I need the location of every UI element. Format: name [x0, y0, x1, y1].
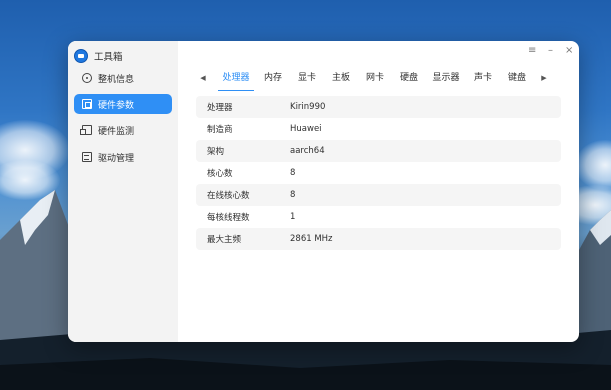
row-value: 8: [290, 190, 296, 200]
row-key: 核心数: [207, 169, 233, 179]
close-button[interactable]: ×: [565, 46, 573, 56]
row-value: 2861 MHz: [290, 234, 333, 244]
tab-disk[interactable]: 硬盘: [394, 67, 424, 89]
tab-cpu[interactable]: 处理器: [216, 67, 256, 91]
row-value: Kirin990: [290, 102, 326, 112]
tab-prev-arrow-icon[interactable]: ◀: [194, 74, 212, 82]
sidebar-item-label: 驱动管理: [98, 153, 135, 164]
row-value: aarch64: [290, 146, 325, 156]
row-key: 每核线程数: [207, 213, 250, 223]
row-key: 最大主频: [207, 235, 242, 245]
row-key: 架构: [207, 147, 225, 157]
wallpaper-cloud: [575, 140, 611, 190]
app-title-bar: 工具箱: [74, 46, 123, 66]
tab-next-arrow-icon[interactable]: ▶: [532, 74, 556, 82]
sidebar-item-machine-info[interactable]: 整机信息: [74, 68, 172, 88]
monitor-icon: [80, 125, 92, 135]
sidebar-item-label: 整机信息: [98, 74, 135, 85]
row-key: 在线核心数: [207, 191, 250, 201]
sidebar-item-hardware-monitor[interactable]: 硬件监测: [74, 120, 172, 140]
sidebar-item-label: 硬件监测: [98, 126, 135, 137]
tab-motherboard[interactable]: 主板: [326, 67, 356, 89]
minimize-button[interactable]: –: [548, 46, 553, 56]
toolbox-window: 工具箱 整机信息 硬件参数 硬件监测 驱动管理 ≡ – × ◀ 处理器 内存 显…: [68, 41, 579, 342]
driver-icon: [82, 152, 92, 162]
row-value: 8: [290, 168, 296, 178]
sidebar-item-hardware-params[interactable]: 硬件参数: [74, 94, 172, 114]
sidebar-item-driver-manager[interactable]: 驱动管理: [74, 147, 172, 167]
tab-network[interactable]: 网卡: [360, 67, 390, 89]
table-row: 每核线程数 1: [196, 206, 561, 228]
toolbox-icon: [74, 49, 88, 63]
table-row: 制造商 Huawei: [196, 118, 561, 140]
info-icon: [82, 73, 92, 83]
app-title: 工具箱: [94, 52, 123, 63]
tab-sound[interactable]: 声卡: [468, 67, 498, 89]
tab-gpu[interactable]: 显卡: [292, 67, 322, 89]
table-row: 处理器 Kirin990: [196, 96, 561, 118]
tab-memory[interactable]: 内存: [258, 67, 288, 89]
chip-icon: [82, 99, 92, 109]
row-value: Huawei: [290, 124, 322, 134]
table-row: 在线核心数 8: [196, 184, 561, 206]
table-row: 架构 aarch64: [196, 140, 561, 162]
cpu-info-table: 处理器 Kirin990 制造商 Huawei 架构 aarch64 核心数 8…: [196, 96, 561, 250]
table-row: 核心数 8: [196, 162, 561, 184]
row-value: 1: [290, 212, 296, 222]
hardware-tab-bar: ◀ 处理器 内存 显卡 主板 网卡 硬盘 显示器 声卡 键盘 ▶: [194, 67, 564, 91]
tab-keyboard[interactable]: 键盘: [502, 67, 532, 89]
menu-button[interactable]: ≡: [528, 46, 536, 56]
tab-display[interactable]: 显示器: [428, 67, 464, 89]
main-content: ≡ – × ◀ 处理器 内存 显卡 主板 网卡 硬盘 显示器 声卡 键盘 ▶ 处…: [178, 41, 579, 342]
sidebar: 工具箱 整机信息 硬件参数 硬件监测 驱动管理: [68, 41, 178, 342]
row-key: 制造商: [207, 125, 233, 135]
row-key: 处理器: [207, 103, 233, 113]
table-row: 最大主频 2861 MHz: [196, 228, 561, 250]
sidebar-item-label: 硬件参数: [98, 100, 135, 111]
